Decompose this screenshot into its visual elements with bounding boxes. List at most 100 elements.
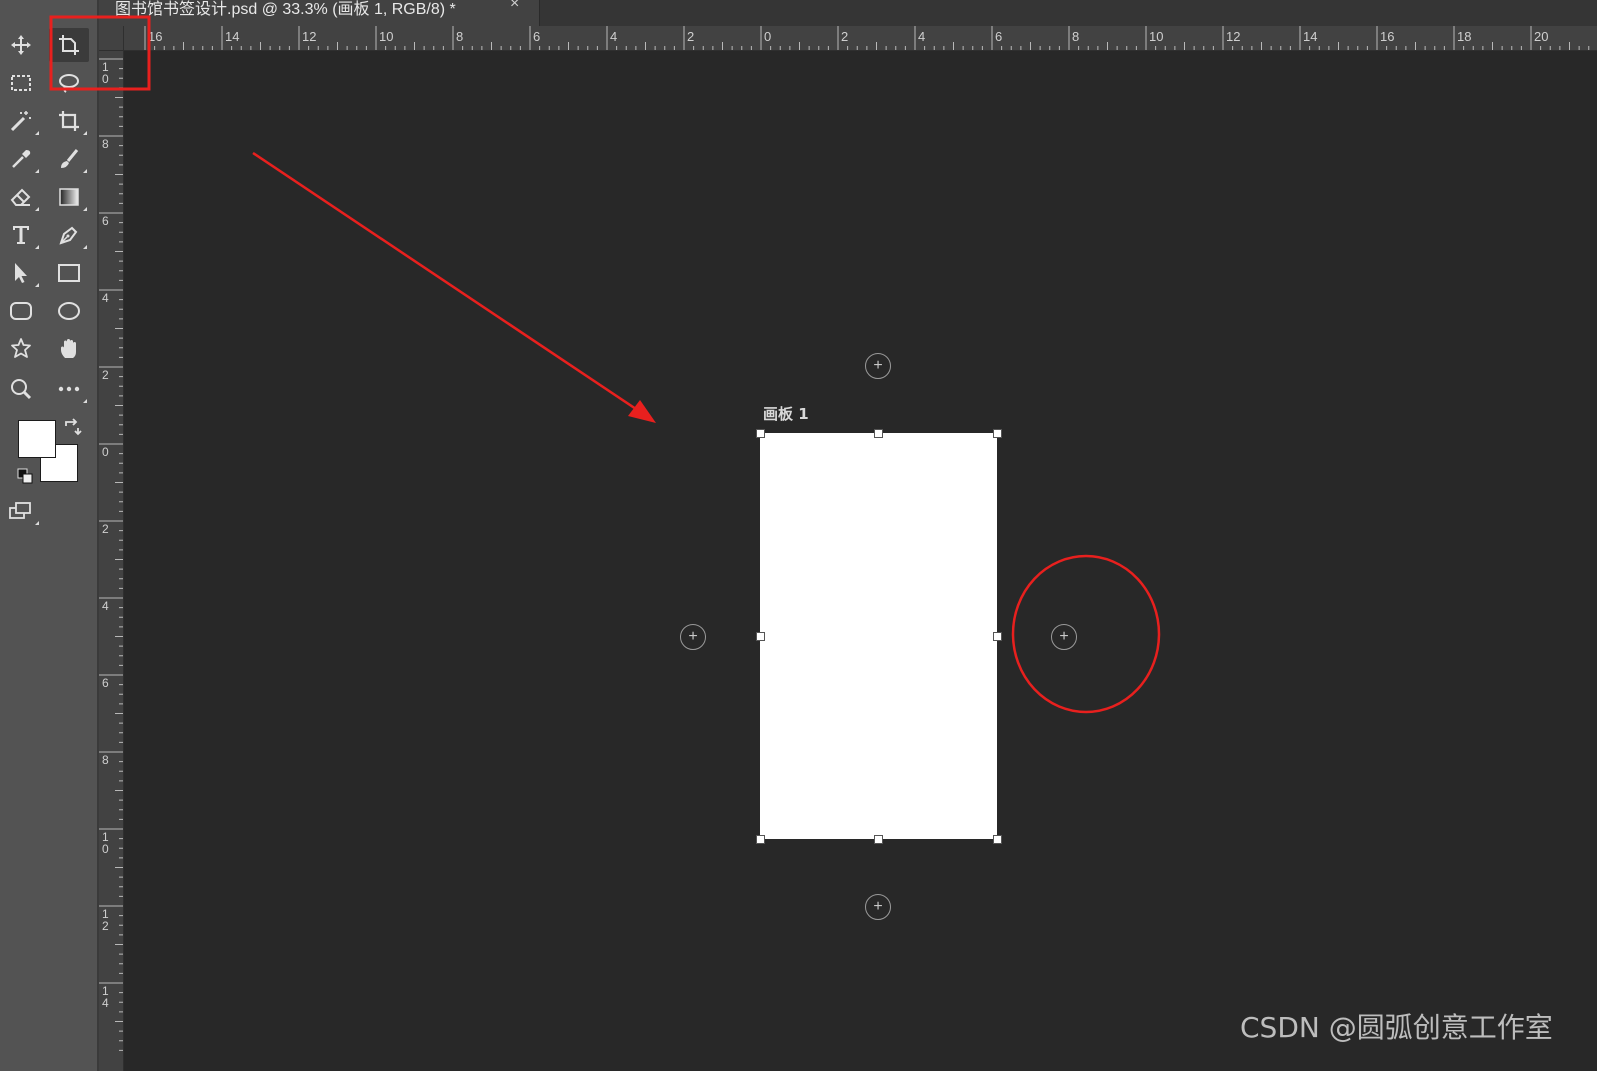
annotation-arrow-head (628, 400, 656, 423)
horizontal-ruler-label: 4 (918, 29, 926, 44)
artboard-handle-middle-right[interactable] (993, 632, 1002, 641)
artboard-label[interactable]: 画板 1 (763, 403, 809, 424)
more-tools-button[interactable] (49, 372, 89, 406)
horizontal-ruler-label: 6 (995, 29, 1003, 44)
vertical-ruler-label: 8 (102, 137, 109, 151)
ellipse-tool[interactable] (49, 294, 89, 328)
move-tool[interactable] (1, 28, 41, 62)
artboard-handle-top-right[interactable] (993, 429, 1002, 438)
more-tools-icon (58, 386, 80, 392)
eraser-icon (10, 188, 31, 206)
horizontal-ruler-label: 14 (225, 29, 240, 44)
vertical-ruler-label: 8 (102, 753, 109, 767)
vertical-ruler-label: 0 (102, 445, 109, 459)
horizontal-ruler-label: 4 (610, 29, 618, 44)
close-tab-icon[interactable]: × (510, 0, 519, 13)
annotation-arrow-line (252, 151, 643, 415)
lasso-icon (59, 74, 79, 93)
foreground-color-swatch[interactable] (18, 420, 56, 458)
horizontal-ruler-label: 16 (1380, 29, 1395, 44)
horizontal-ruler-label: 6 (533, 29, 541, 44)
rounded-rectangle-tool[interactable] (1, 294, 41, 328)
rectangle-icon (58, 264, 80, 282)
artboard[interactable] (760, 433, 997, 839)
artboard-tool-icon (59, 35, 79, 55)
vertical-ruler-label: 10 (102, 830, 109, 856)
add-artboard-top-button[interactable]: + (865, 353, 891, 379)
ruler-origin[interactable] (99, 26, 124, 51)
gradient-icon (59, 188, 79, 206)
pen-tool[interactable] (49, 218, 89, 252)
vertical-ruler-label: 6 (102, 214, 109, 228)
ellipse-icon (58, 302, 80, 320)
artboard-handle-middle-left[interactable] (756, 632, 765, 641)
rectangular-marquee-tool[interactable] (1, 66, 41, 100)
vertical-ruler-label: 10 (102, 60, 109, 86)
crop-icon (59, 111, 79, 131)
artboard-tool[interactable] (49, 28, 89, 62)
vertical-ruler-label: 6 (102, 676, 109, 690)
vertical-ruler-label: 4 (102, 291, 109, 305)
eraser-tool[interactable] (1, 180, 41, 214)
watermark: CSDN @圆弧创意工作室 (1240, 1011, 1553, 1044)
lasso-tool[interactable] (49, 66, 89, 100)
rounded-rectangle-icon (10, 302, 32, 320)
horizontal-ruler-label: 2 (687, 29, 695, 44)
horizontal-ruler-label: 18 (1457, 29, 1472, 44)
magic-wand-icon (10, 111, 31, 132)
vertical-ruler-label: 4 (102, 599, 109, 613)
eyedropper-tool[interactable] (1, 142, 41, 176)
horizontal-ruler-label: 0 (764, 29, 772, 44)
artboard-handle-bottom-right[interactable] (993, 835, 1002, 844)
add-artboard-left-button[interactable]: + (680, 624, 706, 650)
horizontal-ruler-label: 8 (456, 29, 464, 44)
vertical-ruler-label: 14 (102, 984, 109, 1010)
pen-icon (59, 226, 78, 245)
tab-bar-background (540, 0, 1597, 26)
vertical-ruler-label: 12 (102, 907, 109, 933)
default-colors-icon[interactable] (17, 468, 35, 486)
annotation-circle (1011, 554, 1161, 714)
horizontal-ruler[interactable]: 16 14 12 10 8 6 4 2 0 2 4 6 8 10 12 14 16 18 20 (99, 26, 1597, 51)
custom-shape-tool[interactable] (1, 332, 41, 366)
add-artboard-bottom-button[interactable]: + (865, 894, 891, 920)
artboard-handle-bottom-center[interactable] (874, 835, 883, 844)
horizontal-ruler-label: 14 (1303, 29, 1318, 44)
horizontal-ruler-label: 20 (1534, 29, 1549, 44)
screen-mode-button[interactable] (1, 494, 41, 528)
move-tool-icon (11, 35, 31, 55)
horizontal-ruler-label: 16 (148, 29, 163, 44)
horizontal-ruler-label: 2 (841, 29, 849, 44)
gradient-tool[interactable] (49, 180, 89, 214)
horizontal-ruler-label: 12 (1226, 29, 1241, 44)
type-icon (13, 226, 29, 244)
eyedropper-icon (12, 150, 31, 168)
horizontal-ruler-label: 10 (379, 29, 394, 44)
crop-tool[interactable] (49, 104, 89, 138)
type-tool[interactable] (1, 218, 41, 252)
vertical-ruler[interactable]: 10 8 6 4 2 0 2 4 6 8 10 12 14 (99, 51, 124, 1071)
artboard-handle-top-left[interactable] (756, 429, 765, 438)
rectangle-tool[interactable] (49, 256, 89, 290)
brush-tool[interactable] (49, 142, 89, 176)
artboard-handle-bottom-left[interactable] (756, 835, 765, 844)
swap-colors-icon[interactable] (62, 418, 82, 438)
custom-shape-icon (11, 338, 31, 358)
brush-icon (61, 149, 79, 168)
tools-panel (0, 0, 99, 1071)
artboard-handle-top-center[interactable] (874, 429, 883, 438)
document-tab-title: 图书馆书签设计.psd @ 33.3% (画板 1, RGB/8) * (115, 1, 456, 18)
vertical-ruler-label: 2 (102, 368, 109, 382)
rectangular-marquee-icon (11, 75, 31, 91)
path-selection-tool[interactable] (1, 256, 41, 290)
hand-icon (61, 339, 76, 358)
vertical-ruler-label: 2 (102, 522, 109, 536)
add-artboard-right-button[interactable]: + (1051, 624, 1077, 650)
document-tab[interactable]: 图书馆书签设计.psd @ 33.3% (画板 1, RGB/8) * × (99, 0, 540, 26)
hand-tool[interactable] (49, 332, 89, 366)
zoom-tool[interactable] (1, 372, 41, 406)
screen-mode-icon (9, 502, 31, 519)
horizontal-ruler-label: 12 (302, 29, 317, 44)
horizontal-ruler-label: 10 (1149, 29, 1164, 44)
magic-wand-tool[interactable] (1, 104, 41, 138)
